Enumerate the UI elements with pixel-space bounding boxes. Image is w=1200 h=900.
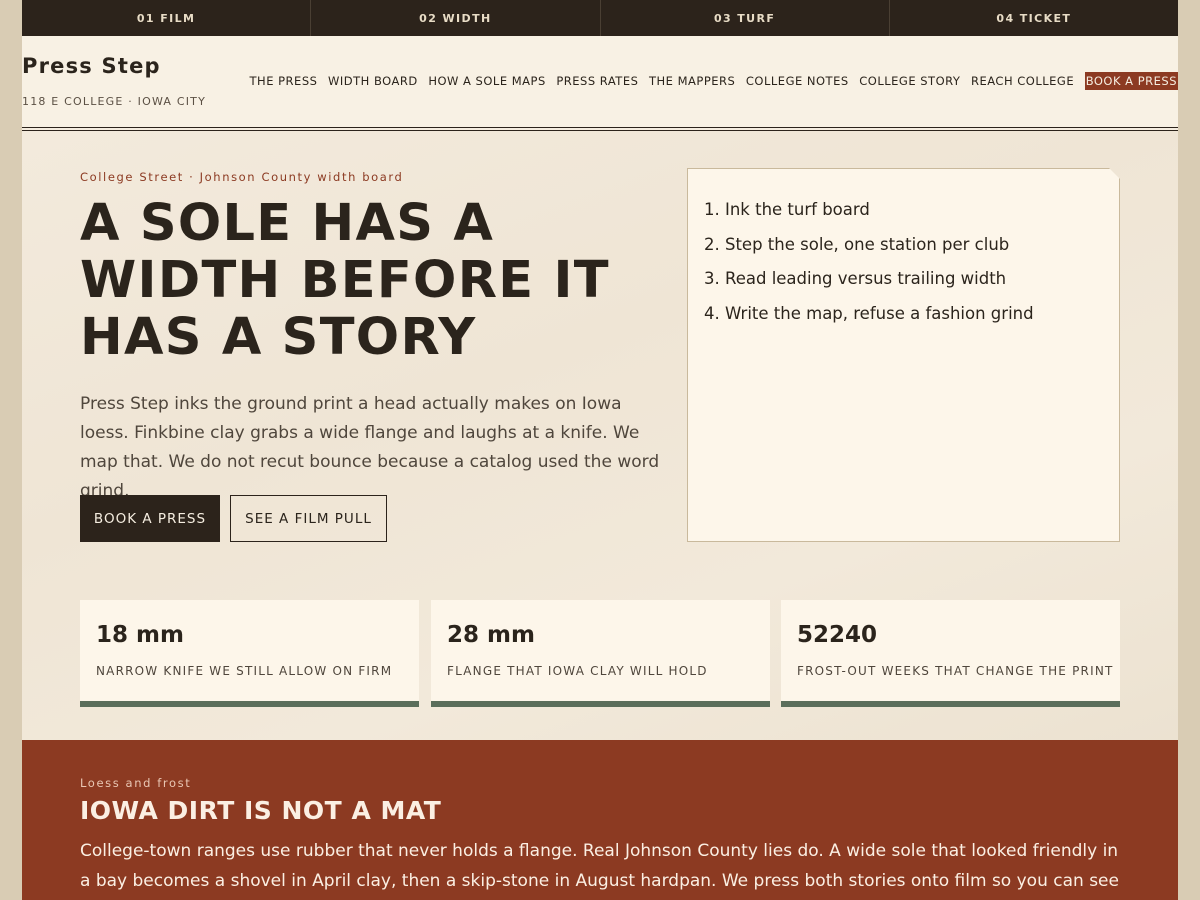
section-body: College-town ranges use rubber that neve… — [80, 841, 1119, 891]
hero-headline: A SOLE HAS A WIDTH BEFORE IT HAS A STORY — [80, 194, 610, 367]
section-eyebrow: Loess and frost — [80, 776, 192, 790]
nav-press-rates[interactable]: PRESS RATES — [556, 74, 638, 88]
hero-lede: Press Step inks the ground print a head … — [80, 394, 660, 501]
stat-value: 28 mm — [447, 622, 535, 648]
process-list: 1. Ink the turf board 2. Step the sole, … — [688, 169, 1119, 331]
nav-width-board[interactable]: WIDTH BOARD — [328, 74, 418, 88]
stat-card-frost: 52240 FROST-OUT WEEKS THAT CHANGE THE PR… — [781, 600, 1120, 707]
stat-label: FROST-OUT WEEKS THAT CHANGE THE PRINT — [797, 664, 1114, 678]
nav-the-mappers[interactable]: THE MAPPERS — [649, 74, 735, 88]
brand-address: 118 E COLLEGE · IOWA CITY — [22, 95, 207, 108]
step-bar: 01 FILM 02 WIDTH 03 TURF 04 TICKET — [22, 0, 1178, 36]
site-header: Press Step 118 E COLLEGE · IOWA CITY THE… — [22, 36, 1178, 128]
process-step: 4. Write the map, refuse a fashion grind — [704, 303, 1034, 323]
nav-reach-college[interactable]: REACH COLLEGE — [971, 74, 1074, 88]
nav-book-a-press-button[interactable]: BOOK A PRESS — [1084, 72, 1178, 90]
stat-value: 52240 — [797, 622, 878, 648]
stat-label: FLANGE THAT IOWA CLAY WILL HOLD — [447, 664, 708, 678]
process-card: 1. Ink the turf board 2. Step the sole, … — [687, 168, 1120, 542]
stat-label: NARROW KNIFE WE STILL ALLOW ON FIRM — [96, 664, 393, 678]
step-ticket[interactable]: 04 TICKET — [890, 0, 1178, 36]
see-a-film-pull-button[interactable]: SEE A FILM PULL — [230, 495, 387, 542]
step-turf[interactable]: 03 TURF — [601, 0, 890, 36]
stat-value: 18 mm — [96, 622, 184, 648]
main-nav: THE PRESS WIDTH BOARD HOW A SOLE MAPS PR… — [239, 72, 1178, 90]
stat-card-flange: 28 mm FLANGE THAT IOWA CLAY WILL HOLD — [431, 600, 770, 707]
step-film[interactable]: 01 FILM — [22, 0, 312, 36]
step-width[interactable]: 02 WIDTH — [311, 0, 601, 36]
loess-section: Loess and frost IOWA DIRT IS NOT A MAT C… — [22, 740, 1178, 900]
process-step: 3. Read leading versus trailing width — [704, 269, 1007, 288]
book-a-press-button[interactable]: BOOK A PRESS — [80, 495, 220, 542]
process-step: 1. Ink the turf board — [704, 200, 870, 219]
nav-college-story[interactable]: COLLEGE STORY — [859, 74, 960, 88]
hero-eyebrow: College Street · Johnson County width bo… — [80, 170, 404, 184]
header-divider — [22, 127, 1178, 128]
section-title: IOWA DIRT IS NOT A MAT — [80, 796, 442, 825]
nav-the-press[interactable]: THE PRESS — [250, 74, 318, 88]
brand-name[interactable]: Press Step — [22, 54, 161, 78]
nav-college-notes[interactable]: COLLEGE NOTES — [746, 74, 849, 88]
page: 01 FILM 02 WIDTH 03 TURF 04 TICKET Press… — [22, 0, 1178, 900]
process-step: 2. Step the sole, one station per club — [704, 234, 1010, 254]
stat-card-knife: 18 mm NARROW KNIFE WE STILL ALLOW ON FIR… — [80, 600, 419, 707]
nav-how-a-sole-maps[interactable]: HOW A SOLE MAPS — [428, 74, 545, 88]
